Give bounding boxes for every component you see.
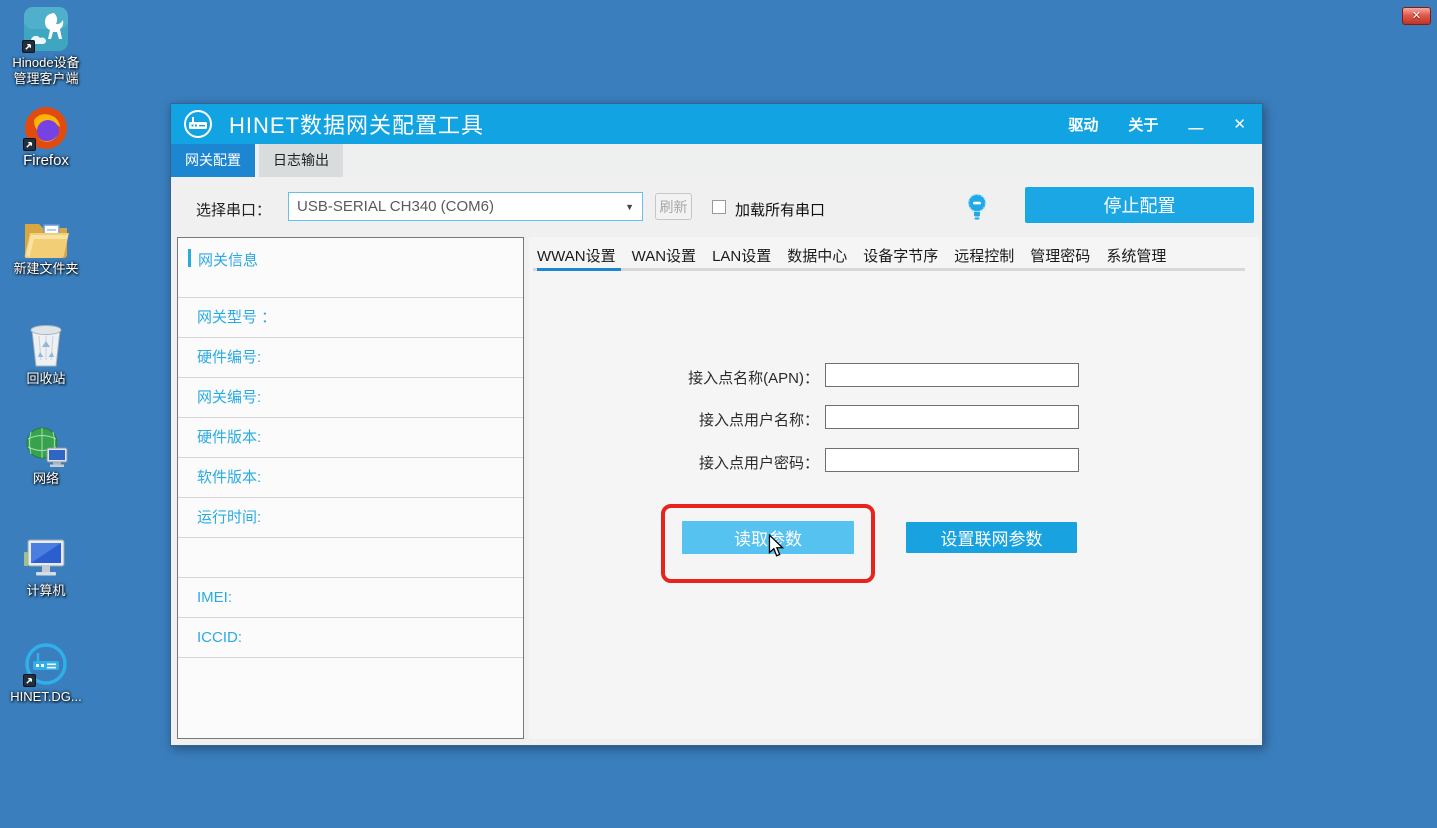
apn-label: 接入点名称(APN)： [639, 367, 819, 388]
desktop-icon-firefox[interactable]: Firefox [0, 106, 92, 169]
serial-port-value: USB-SERIAL CH340 (COM6) [297, 193, 494, 220]
desktop-icon-label: Firefox [23, 152, 69, 169]
apn-password-label: 接入点用户密码： [639, 452, 819, 473]
tab-underline [533, 268, 1245, 271]
desktop-icon-label: 计算机 [26, 583, 65, 598]
row-uptime: 运行时间: [178, 497, 523, 537]
desktop-icon-label: HINET.DG... [10, 689, 82, 704]
settings-tab-bar: WWAN设置 WAN设置 LAN设置 数据中心 设备字节序 远程控制 管理密码 … [537, 245, 1166, 266]
read-params-button[interactable]: 读取参数 [682, 521, 854, 554]
desktop-icon-recycle-bin[interactable]: 回收站 [0, 322, 92, 387]
apn-username-label: 接入点用户名称： [639, 409, 819, 430]
remote-close-button[interactable]: ✕ [1402, 7, 1431, 25]
row-iccid: ICCID: [178, 617, 523, 657]
gateway-model-label: 网关型号 ： [178, 298, 523, 337]
menu-about[interactable]: 关于 [1128, 114, 1158, 135]
chevron-down-icon: ▼ [625, 202, 634, 212]
hardware-id-label: 硬件编号: [178, 338, 523, 377]
settings-panel: WWAN设置 WAN设置 LAN设置 数据中心 设备字节序 远程控制 管理密码 … [529, 237, 1259, 739]
titlebar[interactable]: HINET数据网关配置工具 驱动 关于 — ✕ [171, 104, 1262, 144]
desktop-icon-label: 回收站 [26, 371, 65, 386]
gateway-info-header-row: 网关信息 [178, 238, 523, 297]
load-all-ports-checkbox[interactable] [712, 200, 726, 214]
refresh-button[interactable]: 刷新 [655, 193, 692, 220]
desktop-icon-label: 网络 [33, 471, 59, 486]
desktop-icon-label: 新建文件夹 [13, 261, 78, 276]
gateway-info-title: 网关信息 [198, 249, 258, 270]
firefox-icon [24, 106, 68, 150]
desktop-icon-new-folder[interactable]: 新建文件夹 [0, 218, 92, 277]
set-network-params-button[interactable]: 设置联网参数 [906, 522, 1077, 553]
row-hardware-id: 硬件编号: [178, 337, 523, 377]
tab-system-management[interactable]: 系统管理 [1106, 245, 1166, 266]
tab-data-center[interactable]: 数据中心 [787, 245, 847, 266]
app-window: HINET数据网关配置工具 驱动 关于 — ✕ 网关配置 日志输出 选择串口： … [170, 103, 1263, 746]
hardware-version-label: 硬件版本: [178, 418, 523, 457]
row-gateway-id: 网关编号: [178, 377, 523, 417]
desktop-icon-network[interactable]: 网络 [0, 426, 92, 487]
row-spacer [178, 537, 523, 577]
tab-remote-control[interactable]: 远程控制 [954, 245, 1014, 266]
bulb-status-icon [965, 192, 989, 222]
menu-driver[interactable]: 驱动 [1068, 114, 1098, 135]
desktop-icon-label: 管理客户端 [13, 71, 78, 86]
desktop-icon-label: Hinode设备 [12, 55, 79, 70]
serial-port-label: 选择串口： [196, 199, 271, 220]
shortcut-arrow-icon [22, 40, 35, 53]
folder-icon [23, 218, 69, 258]
tab-admin-password[interactable]: 管理密码 [1030, 245, 1090, 266]
tab-log-output[interactable]: 日志输出 [259, 144, 343, 177]
gateway-info-panel: 网关信息 网关型号 ： 硬件编号: 网关编号: 硬件版本: 软件版本: 运行时间… [177, 237, 524, 739]
apn-input[interactable] [825, 363, 1079, 387]
software-version-label: 软件版本: [178, 458, 523, 497]
iccid-label: ICCID: [178, 618, 523, 657]
recycle-bin-icon [23, 322, 69, 368]
desktop-icon-hinet-dg[interactable]: HINET.DG... [0, 642, 92, 705]
apn-password-input[interactable] [825, 448, 1079, 472]
desktop-icon-computer[interactable]: 计算机 [0, 538, 92, 599]
apn-username-input[interactable] [825, 405, 1079, 429]
row-imei: IMEI: [178, 577, 523, 617]
accent-bar [188, 249, 191, 267]
tab-device-byte-order[interactable]: 设备字节序 [863, 245, 938, 266]
hinode-app-icon [23, 6, 69, 52]
tab-gateway-config[interactable]: 网关配置 [171, 144, 255, 177]
computer-icon [23, 538, 69, 580]
tab-lan-settings[interactable]: LAN设置 [712, 245, 771, 266]
serial-port-select[interactable]: USB-SERIAL CH340 (COM6) ▼ [288, 192, 643, 221]
tab-wan-settings[interactable]: WAN设置 [632, 245, 696, 266]
minimize-button[interactable]: — [1188, 120, 1203, 137]
close-button[interactable]: ✕ [1233, 115, 1246, 133]
network-icon [23, 426, 69, 468]
router-logo-icon [183, 109, 213, 139]
desktop-icon-hinode-client[interactable]: Hinode设备 管理客户端 [0, 6, 92, 87]
router-shortcut-icon [24, 642, 68, 686]
imei-label: IMEI: [178, 578, 523, 617]
main-tab-bar: 网关配置 日志输出 [171, 144, 1262, 177]
panel-filler [178, 657, 523, 738]
window-title: HINET数据网关配置工具 [229, 108, 484, 140]
row-software-version: 软件版本: [178, 457, 523, 497]
tab-wwan-settings[interactable]: WWAN设置 [537, 245, 616, 266]
active-tab-indicator [537, 268, 621, 271]
row-gateway-model: 网关型号 ： [178, 297, 523, 337]
stop-config-button[interactable]: 停止配置 [1025, 187, 1254, 223]
shortcut-arrow-icon [23, 138, 36, 151]
gateway-id-label: 网关编号: [178, 378, 523, 417]
shortcut-arrow-icon [23, 674, 36, 687]
desktop: { "colors": { "desktop_bg": "#3a7ebd", "… [0, 0, 1437, 828]
load-all-ports-label: 加载所有串口 [735, 199, 825, 220]
row-hardware-version: 硬件版本: [178, 417, 523, 457]
uptime-label: 运行时间: [178, 498, 523, 537]
